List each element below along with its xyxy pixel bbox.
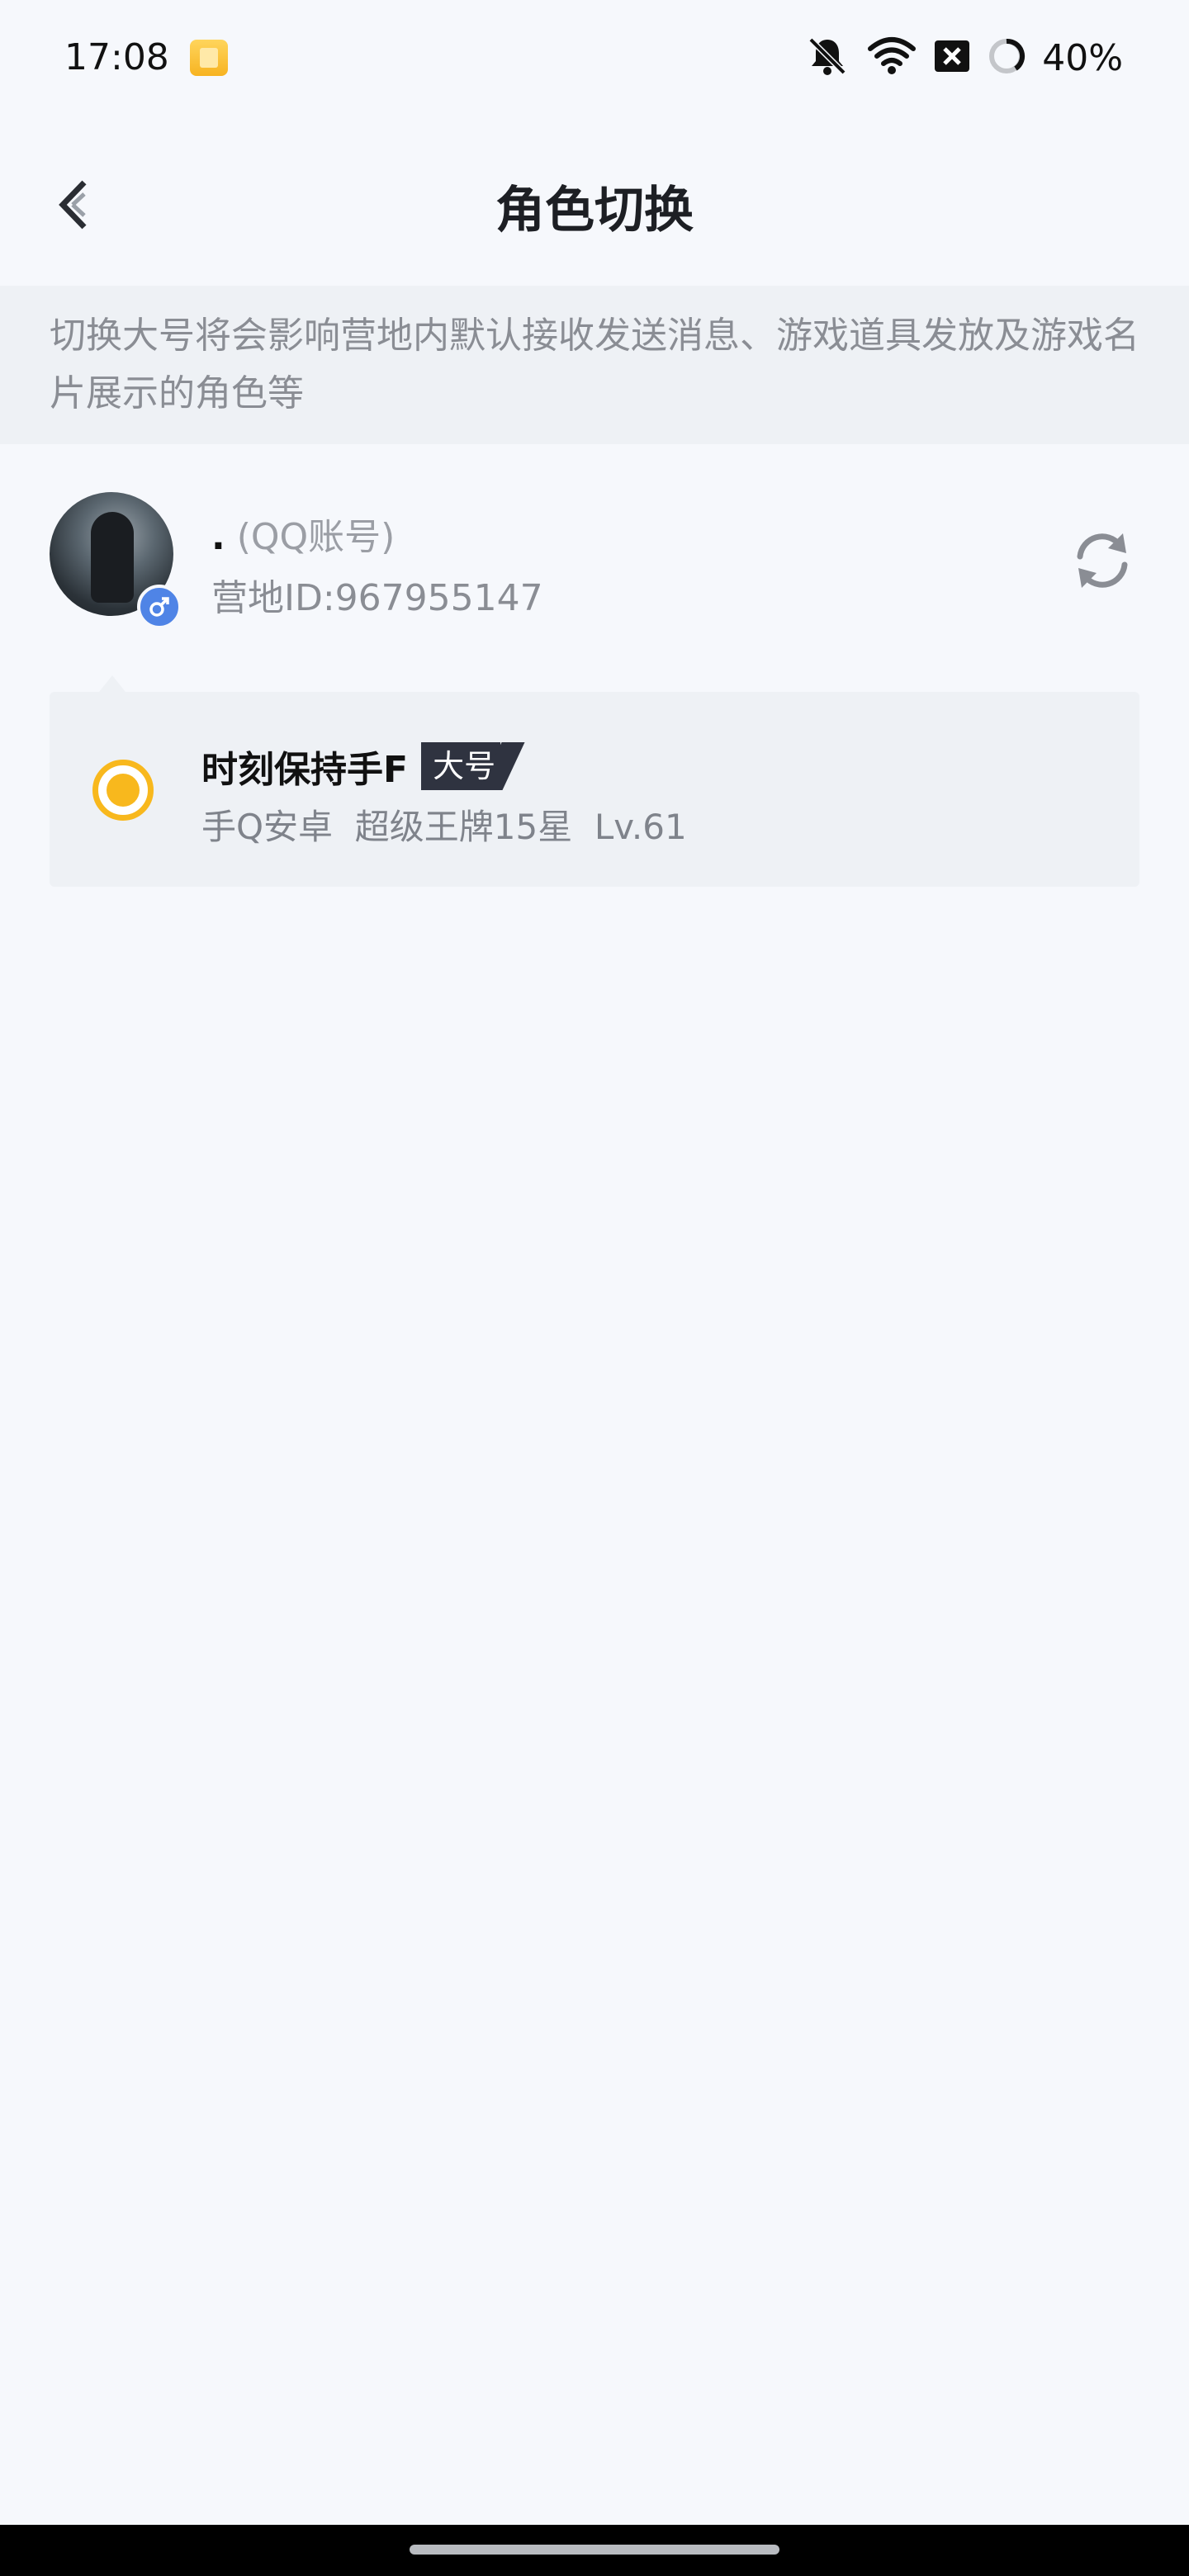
camp-id: 营地ID:967955147 [211,577,543,619]
status-bar: 17:08 40% [0,0,1189,112]
role-card-pointer [99,675,126,692]
main-account-badge: 大号 [421,742,528,790]
sim-blocked-icon [933,39,971,77]
notice-banner: 切换大号将会影响营地内默认接收发送消息、游戏道具发放及游戏名片展示的角色等 [0,286,1189,444]
nav-bar: 角色切换 [0,112,1189,286]
account-type: (QQ账号) [236,516,396,558]
app-notification-icon [190,40,228,76]
page-title: 角色切换 [495,182,694,239]
refresh-icon [1077,533,1128,588]
role-radio-dot [107,774,140,807]
main-account-badge-label: 大号 [433,748,496,784]
account-row: . (QQ账号) 营地ID:967955147 [0,477,1189,634]
role-name: 时刻保持手F [201,749,409,791]
account-nickname: . [211,516,225,558]
male-icon [137,585,182,629]
home-indicator[interactable] [410,2545,779,2555]
avatar-figure [91,512,134,603]
role-name-row: 时刻保持手F 大号 [201,740,528,793]
role-info: 手Q安卓 超级王牌15星 Lv.61 [201,807,687,847]
status-time: 17:08 [64,36,169,78]
account-name: . (QQ账号) [211,507,395,560]
wifi-icon [867,36,917,80]
role-card[interactable]: 时刻保持手F 大号 手Q安卓 超级王牌15星 Lv.61 [50,692,1139,887]
role-radio-selected[interactable] [92,760,154,821]
status-icons: 40% [804,31,1123,84]
notice-text: 切换大号将会影响营地内默认接收发送消息、游戏道具发放及游戏名片展示的角色等 [50,315,1139,414]
refresh-button[interactable] [1065,523,1139,598]
battery-percent: 40% [1042,36,1123,79]
system-nav-bar [0,2525,1189,2576]
mute-bell-icon [804,33,850,83]
battery-charging-icon [988,37,1026,78]
